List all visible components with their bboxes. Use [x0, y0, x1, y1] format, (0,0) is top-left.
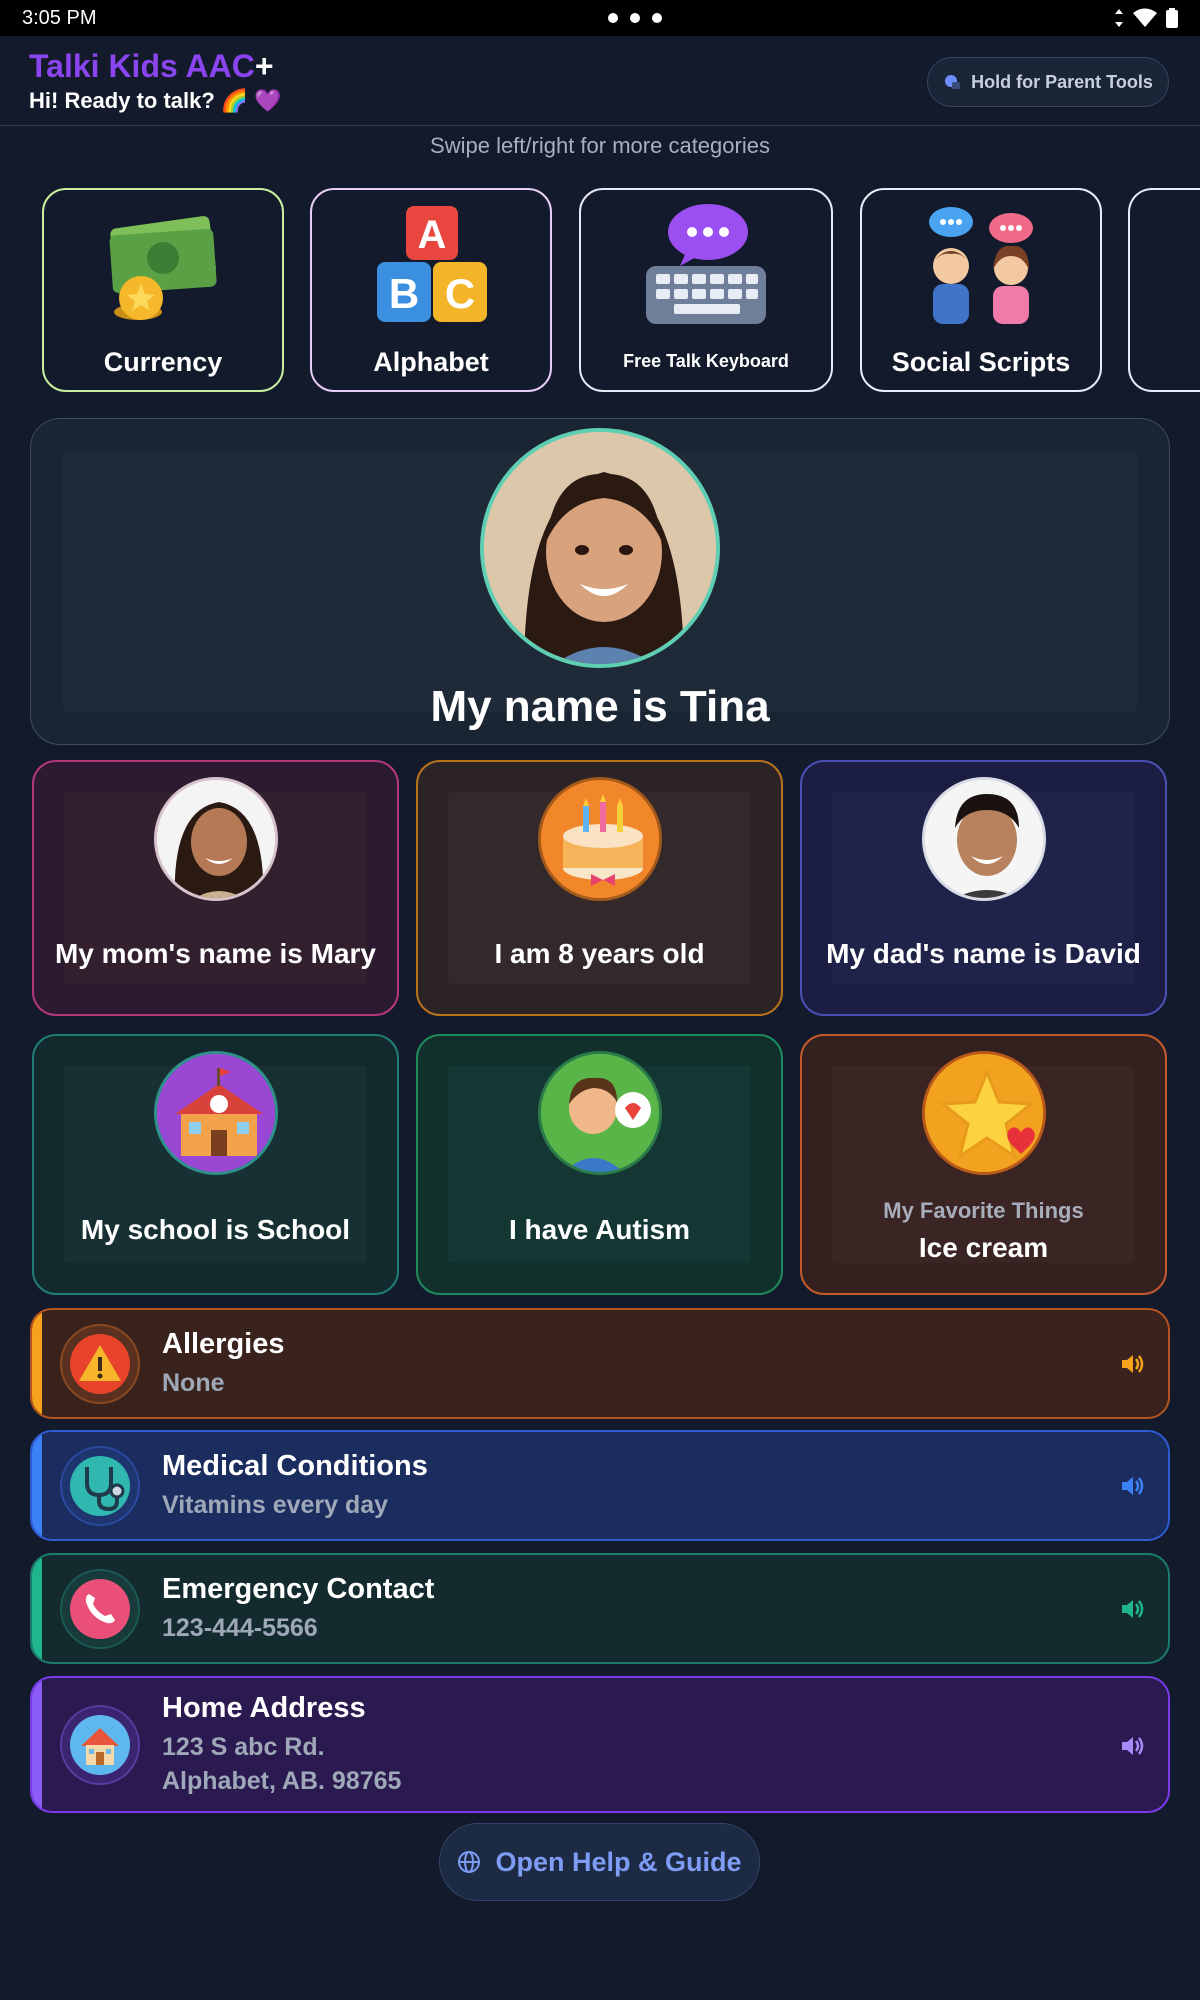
stethoscope-icon — [60, 1446, 140, 1526]
abc-blocks-icon: A B C — [312, 200, 550, 330]
category-free-talk-keyboard[interactable]: Free Talk Keyboard — [579, 188, 833, 392]
parent-tools-button[interactable]: Hold for Parent Tools — [927, 57, 1169, 107]
row-value-line-1: 123 S abc Rd. — [162, 1733, 325, 1761]
category-label: Social Scripts — [891, 347, 1071, 377]
speaker-icon[interactable] — [1118, 1350, 1146, 1378]
row-title: Home Address — [162, 1692, 366, 1724]
birthday-cake-icon — [538, 777, 662, 901]
category-currency[interactable]: Currency — [42, 188, 284, 392]
category-social-scripts[interactable]: Social Scripts — [860, 188, 1102, 392]
category-label: Alphabet — [373, 347, 489, 377]
tile-label: I am 8 years old — [494, 938, 705, 969]
row-title: Emergency Contact — [162, 1573, 435, 1605]
tile-autism[interactable]: I have Autism — [416, 1034, 783, 1295]
globe-icon — [458, 1851, 481, 1873]
profile-name-text: My name is Tina — [430, 682, 770, 731]
category-next-partial[interactable] — [1128, 188, 1200, 392]
info-row-home-address[interactable]: Home Address 123 S abc Rd. Alphabet, AB.… — [30, 1676, 1170, 1813]
tile-label: My dad's name is David — [826, 938, 1141, 969]
row-value: Vitamins every day — [162, 1491, 389, 1519]
row-value: 123-444-5566 — [162, 1614, 318, 1642]
money-icon — [44, 200, 282, 330]
row-value-line-2: Alphabet, AB. 98765 — [162, 1767, 402, 1795]
phone-icon — [60, 1569, 140, 1649]
greeting-text: Hi! Ready to talk? 🌈 💜 — [29, 88, 282, 113]
row-title: Medical Conditions — [162, 1450, 428, 1482]
mom-avatar — [154, 777, 278, 901]
swipe-hint: Swipe left/right for more categories — [430, 133, 770, 158]
speaker-icon[interactable] — [1118, 1732, 1146, 1760]
svg-text:B: B — [389, 270, 419, 317]
info-row-emergency-contact[interactable]: Emergency Contact 123-444-5566 — [30, 1553, 1170, 1664]
tile-label: My mom's name is Mary — [54, 938, 376, 969]
dad-avatar — [922, 777, 1046, 901]
svg-text:A: A — [418, 213, 447, 257]
category-alphabet[interactable]: A B C Alphabet — [310, 188, 552, 392]
tile-sub-label: My Favorite Things — [883, 1198, 1084, 1223]
school-building-icon — [154, 1051, 278, 1175]
system-icons — [1114, 8, 1178, 28]
star-heart-icon — [922, 1051, 1046, 1175]
speaker-icon[interactable] — [1118, 1595, 1146, 1623]
speaker-icon[interactable] — [1118, 1472, 1146, 1500]
category-label: Currency — [103, 347, 223, 377]
data-arrows-icon — [1114, 9, 1123, 27]
profile-name-card[interactable]: My name is Tina — [30, 418, 1170, 745]
more-dots-icon — [608, 13, 663, 23]
open-help-guide-button[interactable]: Open Help & Guide — [439, 1823, 760, 1901]
boy-puzzle-heart-icon — [538, 1051, 662, 1175]
parent-tools-label: Hold for Parent Tools — [971, 71, 1153, 92]
lock-icon — [945, 75, 961, 89]
tile-school[interactable]: My school is School — [32, 1034, 399, 1295]
battery-icon — [1165, 8, 1178, 28]
house-icon — [60, 1705, 140, 1785]
app-header: Talki Kids AAC+ Hi! Ready to talk? 🌈 💜 H… — [0, 36, 1200, 126]
info-row-allergies[interactable]: Allergies None — [30, 1308, 1170, 1419]
row-value: None — [162, 1369, 225, 1397]
tile-mom-name[interactable]: My mom's name is Mary — [32, 760, 399, 1016]
info-row-medical[interactable]: Medical Conditions Vitamins every day — [30, 1430, 1170, 1541]
category-label: Free Talk Keyboard — [623, 351, 789, 371]
tile-age[interactable]: I am 8 years old — [416, 760, 783, 1016]
row-title: Allergies — [162, 1328, 285, 1360]
help-button-label: Open Help & Guide — [495, 1846, 742, 1877]
svg-text:C: C — [445, 270, 475, 317]
tile-favorite-things[interactable]: My Favorite Things Ice cream — [800, 1034, 1167, 1295]
status-bar: 3:05 PM — [0, 0, 1200, 36]
wifi-icon — [1132, 8, 1157, 27]
tile-label: I have Autism — [508, 1214, 690, 1245]
kids-talking-icon — [862, 200, 1100, 330]
app-title: Talki Kids AAC+ — [29, 48, 274, 84]
tile-label: My school is School — [80, 1214, 351, 1245]
tile-dad-name[interactable]: My dad's name is David — [800, 760, 1167, 1016]
child-avatar — [480, 428, 720, 668]
tile-label: Ice cream — [918, 1232, 1049, 1263]
warning-icon — [60, 1324, 140, 1404]
status-time: 3:05 PM — [22, 6, 97, 29]
keyboard-chat-icon — [581, 200, 831, 330]
